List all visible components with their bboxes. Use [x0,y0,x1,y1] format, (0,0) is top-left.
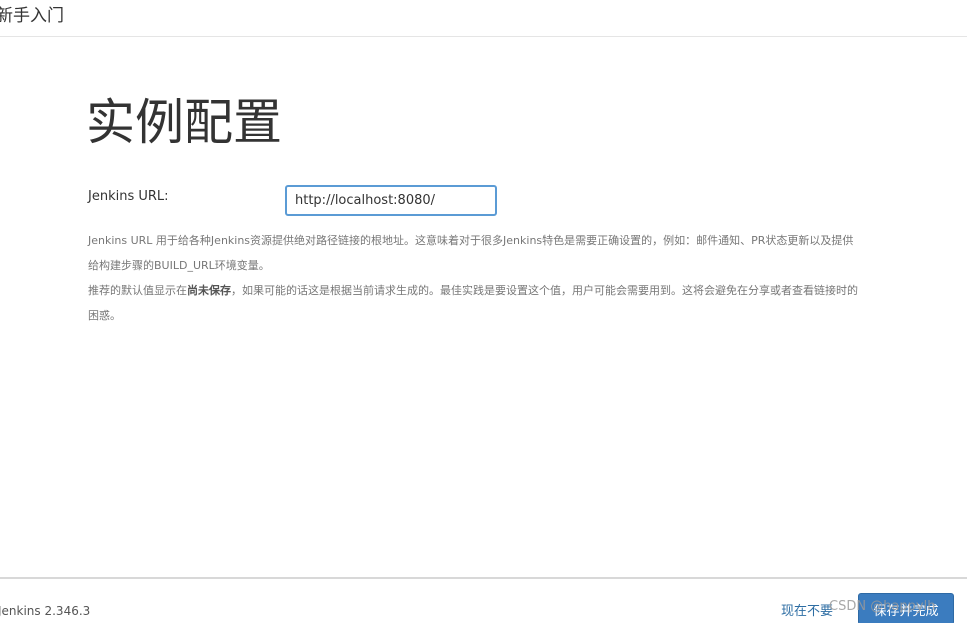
setup-wizard-page: 新手入门 实例配置 Jenkins URL: Jenkins URL 用于给各种… [0,0,967,623]
help-paragraph-1: Jenkins URL 用于给各种Jenkins资源提供绝对路径链接的根地址。这… [88,234,854,272]
jenkins-url-label: Jenkins URL: [88,189,169,204]
top-bar: 新手入门 [0,0,967,37]
help-text: Jenkins URL 用于给各种Jenkins资源提供绝对路径链接的根地址。这… [88,228,863,328]
footer-bar: Jenkins 2.346.3 现在不要 保存并完成 CSDN @happylh [0,577,967,623]
jenkins-url-input[interactable] [285,185,497,216]
skip-link[interactable]: 现在不要 [781,600,833,619]
help-paragraph-2: 推荐的默认值显示在尚未保存，如果可能的话这是根据当前请求生成的。最佳实践是要设置… [88,278,863,328]
page-title: 实例配置 [86,94,283,151]
jenkins-version: Jenkins 2.346.3 [0,604,91,618]
not-saved-emphasis: 尚未保存 [187,284,231,297]
csdn-watermark: CSDN @happylh [829,599,936,614]
wizard-title: 新手入门 [0,6,64,26]
help-p2-before: 推荐的默认值显示在 [88,284,187,297]
